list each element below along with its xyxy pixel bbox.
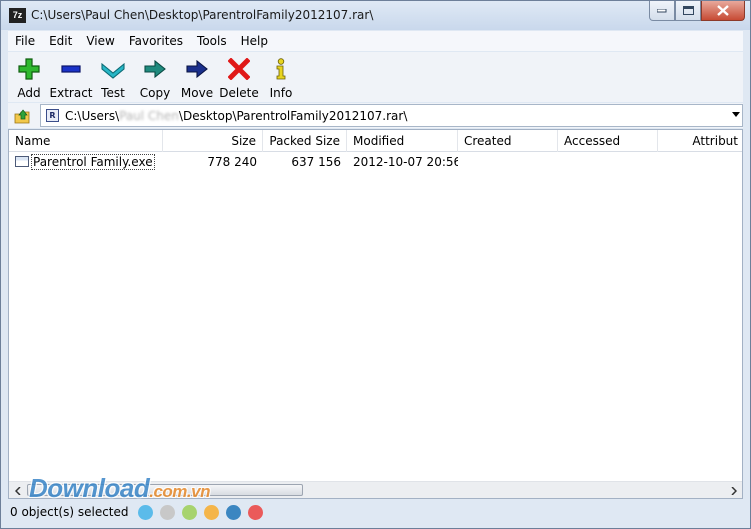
info-button[interactable]: Info (260, 52, 302, 102)
move-button[interactable]: Move (176, 52, 218, 102)
column-modified[interactable]: Modified (347, 130, 458, 152)
maximize-icon (682, 5, 694, 15)
column-created[interactable]: Created (458, 130, 558, 152)
address-input[interactable]: R C:\Users\Paul Chen\Desktop\ParentrolFa… (40, 104, 743, 127)
test-label: Test (101, 86, 125, 100)
status-bar: 0 object(s) selected (8, 501, 743, 523)
file-modified: 2012-10-07 20:56 (353, 155, 458, 169)
archive-icon: R (46, 109, 59, 122)
menu-favorites[interactable]: Favorites (122, 31, 190, 51)
address-blurred-username: Paul Chen (119, 109, 179, 123)
check-chevron-icon (100, 57, 126, 81)
menu-tools[interactable]: Tools (190, 31, 234, 51)
file-accessed (558, 153, 658, 172)
menu-view[interactable]: View (79, 31, 121, 51)
delete-x-icon (226, 57, 252, 81)
menu-help[interactable]: Help (234, 31, 275, 51)
test-button[interactable]: Test (92, 52, 134, 102)
watermark-main: Download (29, 473, 150, 503)
address-dropdown-icon[interactable] (732, 112, 740, 117)
column-header-row: Name Size Packed Size Modified Created A… (9, 130, 742, 152)
status-text: 0 object(s) selected (10, 505, 129, 519)
menu-file[interactable]: File (8, 31, 42, 51)
address-path: C:\Users\Paul Chen\Desktop\ParentrolFami… (65, 109, 407, 123)
chevron-right-icon (730, 486, 737, 495)
scroll-right-button[interactable] (725, 482, 742, 498)
window-title: C:\Users\Paul Chen\Desktop\ParentrolFami… (31, 8, 374, 22)
menu-edit[interactable]: Edit (42, 31, 79, 51)
minimize-button[interactable] (649, 1, 675, 21)
status-dot (248, 505, 263, 520)
add-label: Add (17, 86, 41, 100)
status-dot (138, 505, 153, 520)
up-folder-button[interactable] (12, 106, 34, 126)
address-prefix: C:\Users\ (65, 109, 120, 123)
column-attributes[interactable]: Attribut (658, 130, 742, 152)
info-label: Info (269, 86, 293, 100)
status-dot (182, 505, 197, 520)
address-suffix: \Desktop\ParentrolFamily2012107.rar\ (178, 109, 408, 123)
file-name: Parentrol Family.exe (31, 154, 155, 170)
maximize-button[interactable] (675, 1, 701, 21)
status-dot (204, 505, 219, 520)
copy-button[interactable]: Copy (134, 52, 176, 102)
copy-arrow-icon (142, 57, 168, 81)
delete-button[interactable]: Delete (218, 52, 260, 102)
move-arrow-icon (184, 57, 210, 81)
scroll-left-button[interactable] (9, 482, 26, 498)
window-controls (649, 1, 745, 21)
extract-label: Extract (49, 86, 93, 100)
status-dot (226, 505, 241, 520)
table-row[interactable]: Parentrol Family.exe 778 240 637 156 201… (9, 153, 742, 172)
column-accessed[interactable]: Accessed (558, 130, 658, 152)
exe-file-icon (15, 156, 29, 167)
column-size[interactable]: Size (163, 130, 263, 152)
minus-icon (58, 57, 84, 81)
file-packed-size: 637 156 (291, 155, 341, 169)
column-packed-size[interactable]: Packed Size (263, 130, 347, 152)
info-icon (268, 57, 294, 81)
add-button[interactable]: Add (8, 52, 50, 102)
plus-icon (16, 57, 42, 81)
file-size: 778 240 (207, 155, 257, 169)
status-dots (138, 505, 263, 520)
status-dot (160, 505, 175, 520)
watermark-logo: Download.com.vn (29, 473, 210, 504)
minimize-icon (657, 8, 667, 12)
address-bar: R C:\Users\Paul Chen\Desktop\ParentrolFa… (8, 103, 743, 128)
file-name-cell: Parentrol Family.exe (9, 153, 163, 172)
toolbar: Add Extract Test Copy Move Delete Info (8, 52, 743, 102)
delete-label: Delete (219, 86, 259, 100)
menu-bar: File Edit View Favorites Tools Help (8, 31, 743, 51)
up-folder-icon (14, 109, 30, 124)
extract-button[interactable]: Extract (49, 52, 93, 102)
close-button[interactable] (701, 1, 745, 21)
close-icon (717, 5, 729, 16)
watermark-suffix: .com.vn (149, 482, 210, 501)
chevron-left-icon (14, 486, 21, 495)
app-window: 7z C:\Users\Paul Chen\Desktop\ParentrolF… (0, 0, 751, 529)
move-label: Move (180, 86, 214, 100)
title-bar[interactable]: 7z C:\Users\Paul Chen\Desktop\ParentrolF… (1, 1, 750, 30)
file-created (458, 153, 558, 172)
file-list: Name Size Packed Size Modified Created A… (8, 129, 743, 499)
app-icon: 7z (9, 8, 26, 23)
copy-label: Copy (139, 86, 171, 100)
file-attributes (658, 153, 742, 172)
column-name[interactable]: Name (9, 130, 163, 152)
